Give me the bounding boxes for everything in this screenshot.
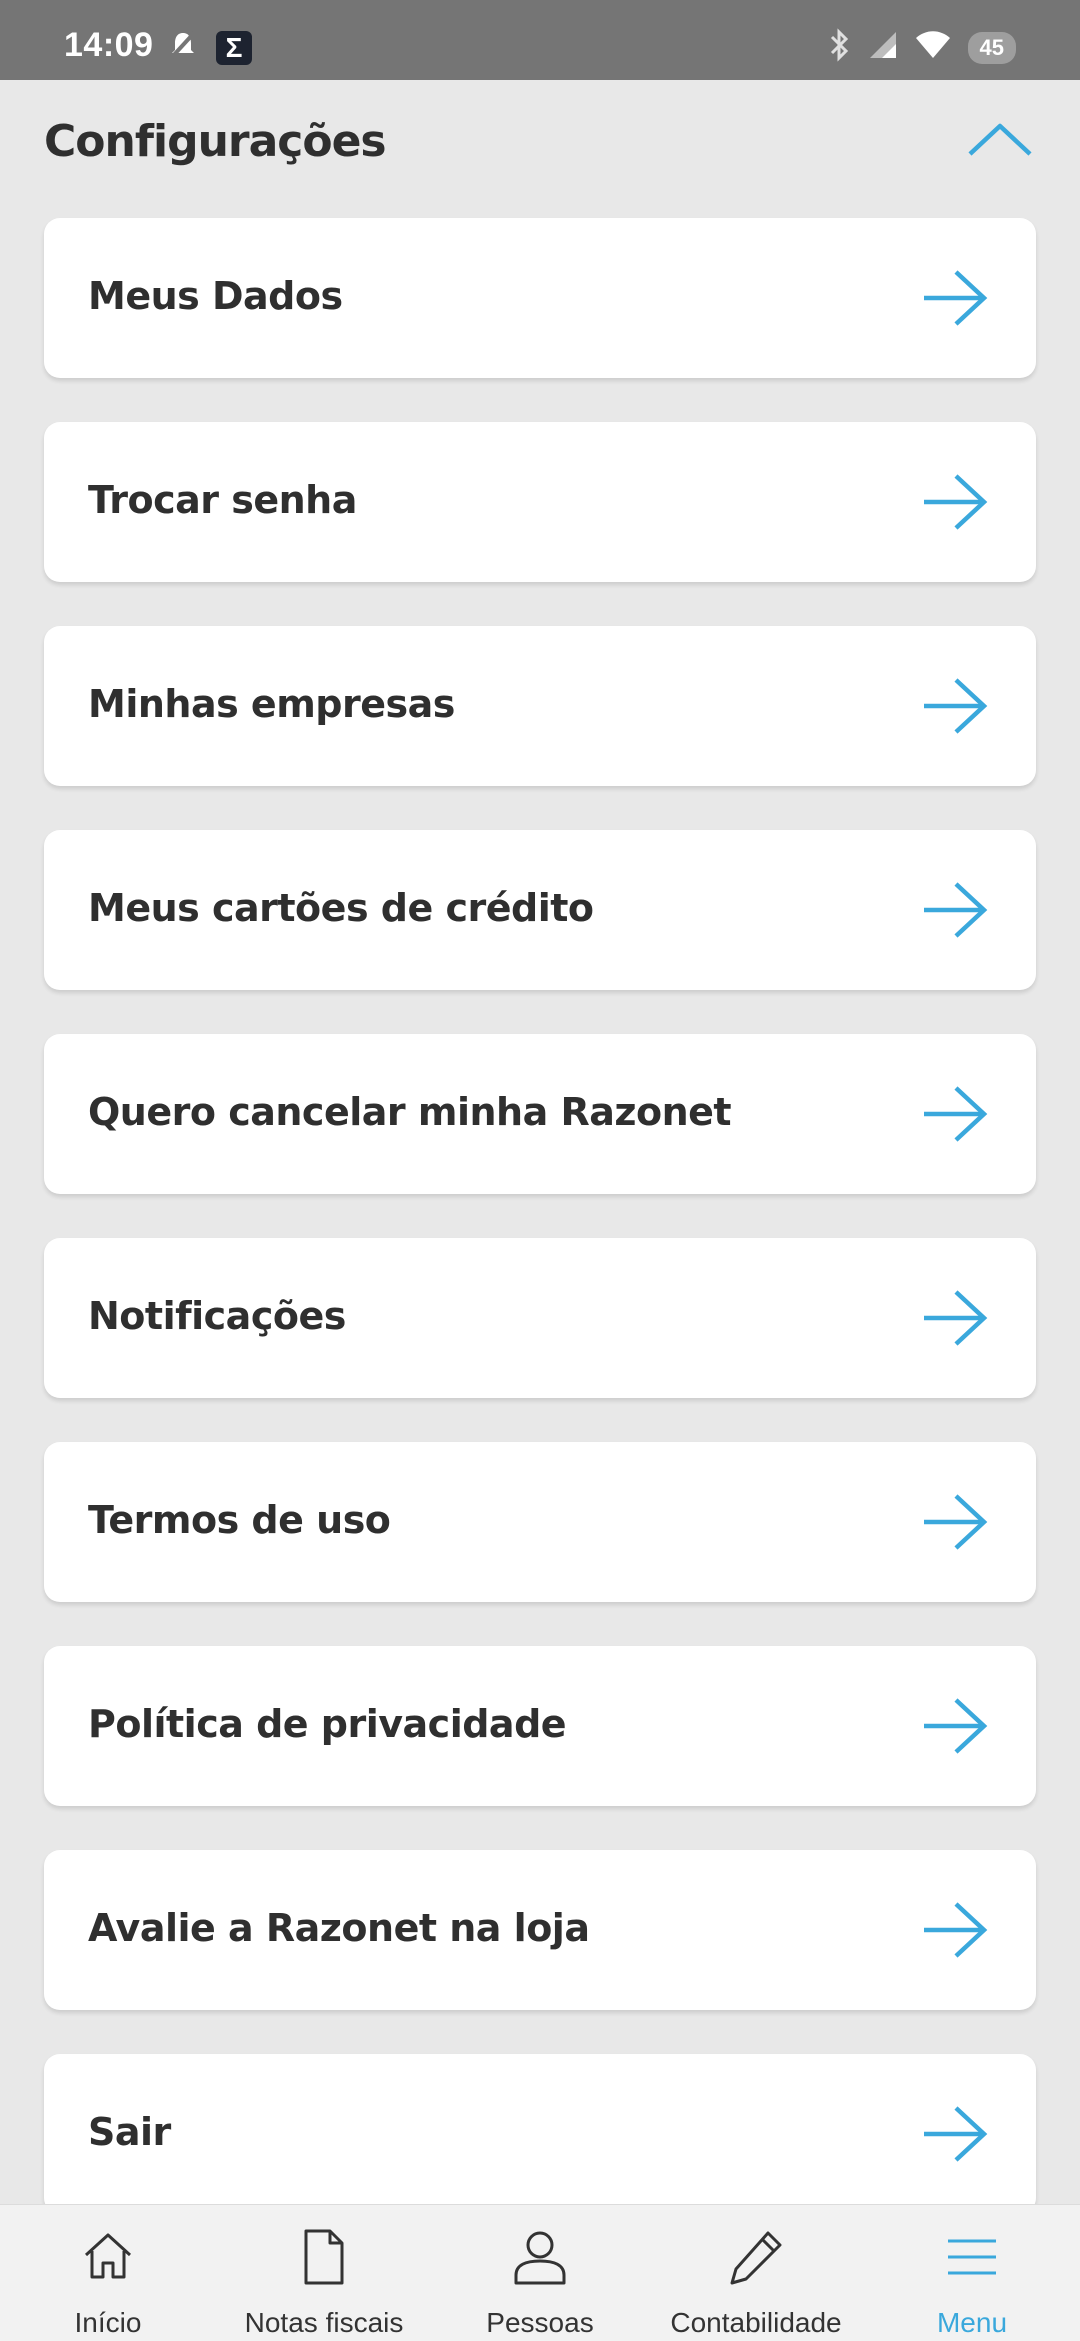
menu-item-label: Política de privacidade xyxy=(88,1702,567,1746)
nav-label: Notas fiscais xyxy=(244,2307,404,2338)
arrow-right-icon xyxy=(920,472,990,532)
notifications-off-icon xyxy=(168,30,198,65)
menu-item-notificacoes[interactable]: Notificações xyxy=(44,1238,1036,1398)
nav-label: Pessoas xyxy=(486,2307,594,2338)
home-icon xyxy=(76,2225,140,2289)
nav-item-notas-fiscais[interactable]: Notas fiscais xyxy=(216,2205,432,2341)
menu-item-politica-privacidade[interactable]: Política de privacidade xyxy=(44,1646,1036,1806)
settings-section-header: Configurações xyxy=(44,112,1036,176)
nav-item-menu[interactable]: Menu xyxy=(864,2205,1080,2341)
settings-menu-list: Meus Dados Trocar senha Minhas empresas … xyxy=(44,218,1036,2258)
menu-item-label: Meus Dados xyxy=(88,274,343,318)
nav-item-contabilidade[interactable]: Contabilidade xyxy=(648,2205,864,2341)
menu-item-label: Termos de uso xyxy=(88,1498,391,1542)
section-title: Configurações xyxy=(44,116,387,167)
menu-item-label: Meus cartões de crédito xyxy=(88,886,594,930)
arrow-right-icon xyxy=(920,268,990,328)
arrow-right-icon xyxy=(920,1900,990,1960)
nav-label: Início xyxy=(74,2307,142,2338)
menu-icon xyxy=(940,2225,1004,2289)
menu-item-label: Sair xyxy=(88,2110,171,2154)
nav-label: Menu xyxy=(936,2307,1008,2338)
wifi-icon xyxy=(914,30,952,65)
menu-item-sair[interactable]: Sair xyxy=(44,2054,1036,2214)
pencil-icon xyxy=(724,2225,788,2289)
arrow-right-icon xyxy=(920,1492,990,1552)
document-icon xyxy=(292,2225,356,2289)
bluetooth-icon xyxy=(828,28,852,67)
status-time: 14:09 xyxy=(64,26,154,64)
nav-item-inicio[interactable]: Início xyxy=(0,2205,216,2341)
arrow-right-icon xyxy=(920,676,990,736)
arrow-right-icon xyxy=(920,1696,990,1756)
status-bar: 14:09 Σ 45 xyxy=(0,0,1080,80)
person-icon xyxy=(508,2225,572,2289)
battery-indicator: 45 xyxy=(967,31,1016,64)
menu-item-meus-dados[interactable]: Meus Dados xyxy=(44,218,1036,378)
menu-item-minhas-empresas[interactable]: Minhas empresas xyxy=(44,626,1036,786)
menu-item-label: Quero cancelar minha Razonet xyxy=(88,1090,732,1134)
menu-item-label: Notificações xyxy=(88,1294,346,1338)
menu-item-label: Minhas empresas xyxy=(88,682,455,726)
nav-item-pessoas[interactable]: Pessoas xyxy=(432,2205,648,2341)
menu-item-label: Trocar senha xyxy=(88,478,357,522)
arrow-right-icon xyxy=(920,880,990,940)
menu-item-meus-cartoes[interactable]: Meus cartões de crédito xyxy=(44,830,1036,990)
menu-item-label: Avalie a Razonet na loja xyxy=(88,1906,590,1950)
menu-item-termos-de-uso[interactable]: Termos de uso xyxy=(44,1442,1036,1602)
arrow-right-icon xyxy=(920,2104,990,2164)
arrow-right-icon xyxy=(920,1084,990,1144)
sigma-app-icon: Σ xyxy=(216,30,252,65)
menu-item-trocar-senha[interactable]: Trocar senha xyxy=(44,422,1036,582)
chevron-up-icon[interactable] xyxy=(964,112,1036,176)
arrow-right-icon xyxy=(920,1288,990,1348)
bottom-navigation: Início Notas fiscais Pessoas Contabilida… xyxy=(0,2204,1080,2341)
menu-item-avalie-razonet[interactable]: Avalie a Razonet na loja xyxy=(44,1850,1036,2010)
signal-icon xyxy=(868,30,898,65)
menu-item-cancelar-razonet[interactable]: Quero cancelar minha Razonet xyxy=(44,1034,1036,1194)
nav-label: Contabilidade xyxy=(670,2307,842,2338)
